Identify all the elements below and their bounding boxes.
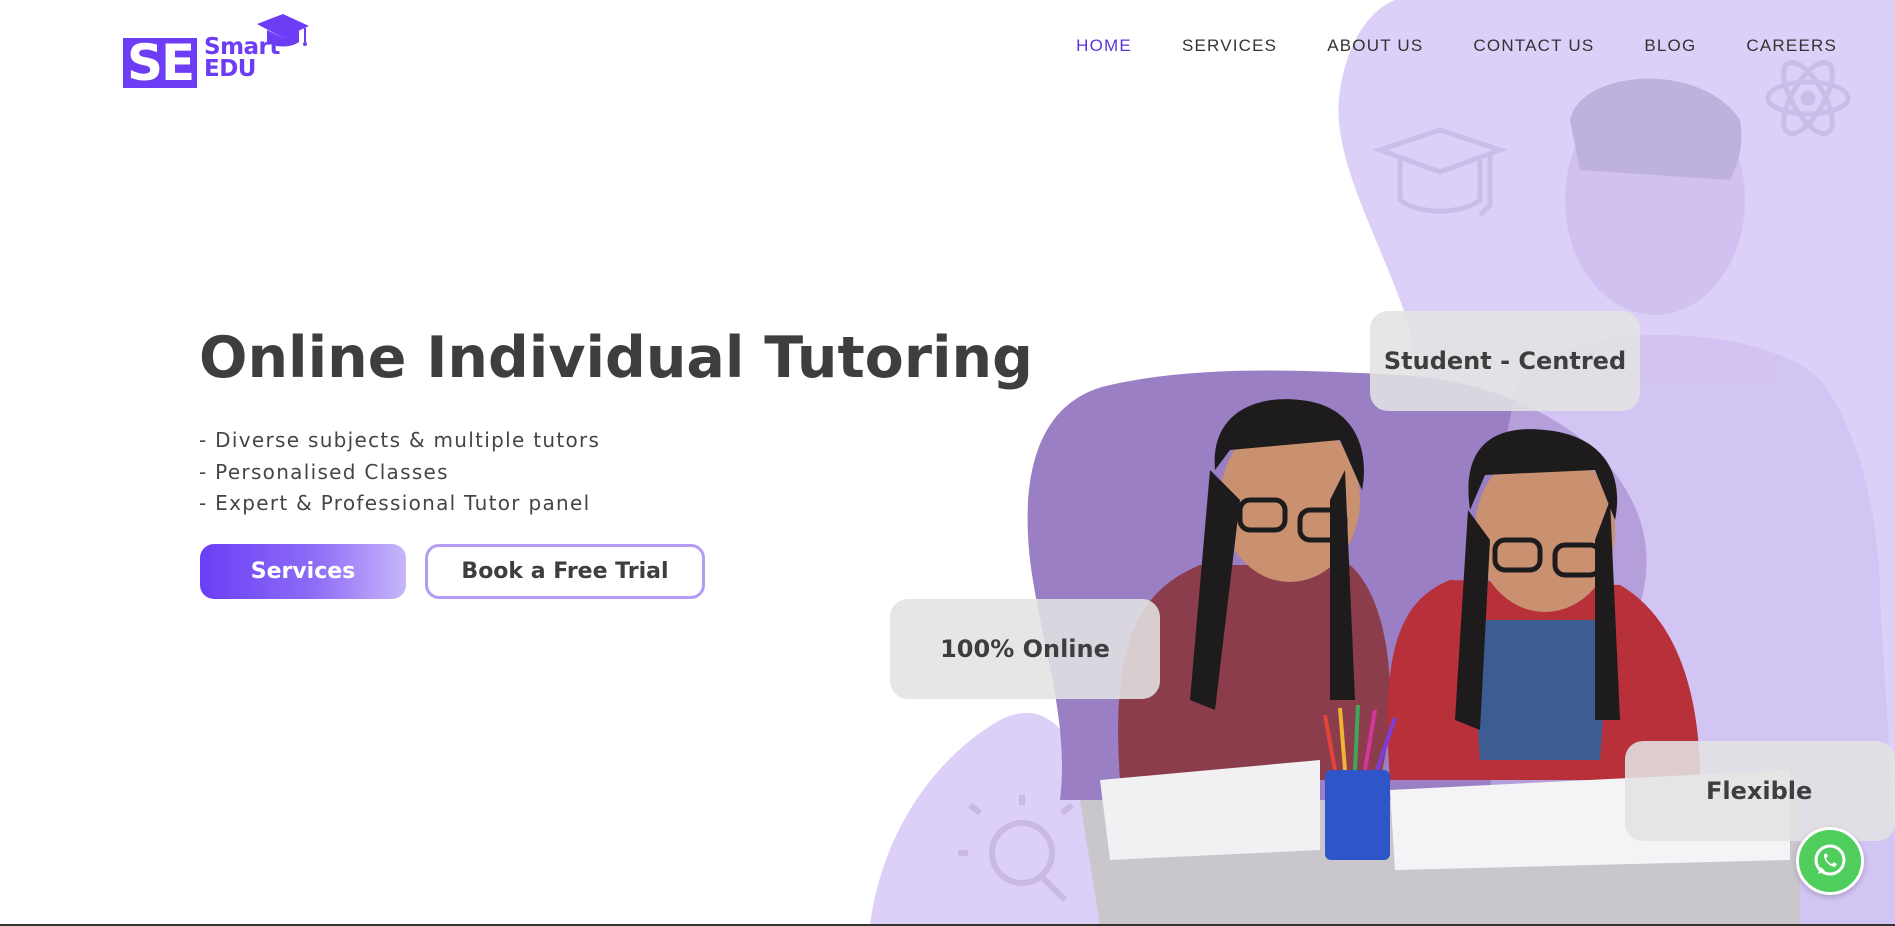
logo-mark: SE (123, 38, 198, 88)
whatsapp-icon (1814, 844, 1846, 876)
book-free-trial-button[interactable]: Book a Free Trial (425, 544, 705, 599)
tag-student-centred: Student - Centred (1370, 311, 1640, 411)
tag-flexible: Flexible (1625, 741, 1895, 841)
nav-home[interactable]: HOME (1076, 36, 1132, 56)
brand-logo[interactable]: SE Smart EDU (123, 10, 318, 88)
hero-bullet: - Expert & Professional Tutor panel (199, 491, 591, 515)
logo-line-2: EDU (204, 56, 256, 82)
hero-bullet: - Personalised Classes (199, 459, 449, 484)
nav-about-us[interactable]: ABOUT US (1327, 36, 1423, 56)
hero-feature-list: - Diverse subjects & multiple tutors - P… (199, 425, 600, 520)
logo-wordmark: Smart EDU (204, 34, 280, 82)
nav-careers[interactable]: CAREERS (1746, 36, 1837, 56)
nav-services[interactable]: SERVICES (1182, 36, 1277, 56)
nav-contact-us[interactable]: CONTACT US (1473, 36, 1594, 56)
hero-title: Online Individual Tutoring (199, 325, 1033, 391)
nav-blog[interactable]: BLOG (1644, 36, 1696, 56)
services-button[interactable]: Services (200, 544, 406, 599)
tag-online: 100% Online (890, 599, 1160, 699)
main-nav: HOME SERVICES ABOUT US CONTACT US BLOG C… (1026, 36, 1837, 56)
hero-bullet: - Diverse subjects & multiple tutors (199, 428, 601, 452)
whatsapp-button[interactable] (1796, 827, 1864, 895)
landing-page: SE Smart EDU HOME SERVICES ABOUT US CONT… (0, 0, 1895, 926)
logo-line-1: Smart (204, 34, 280, 60)
